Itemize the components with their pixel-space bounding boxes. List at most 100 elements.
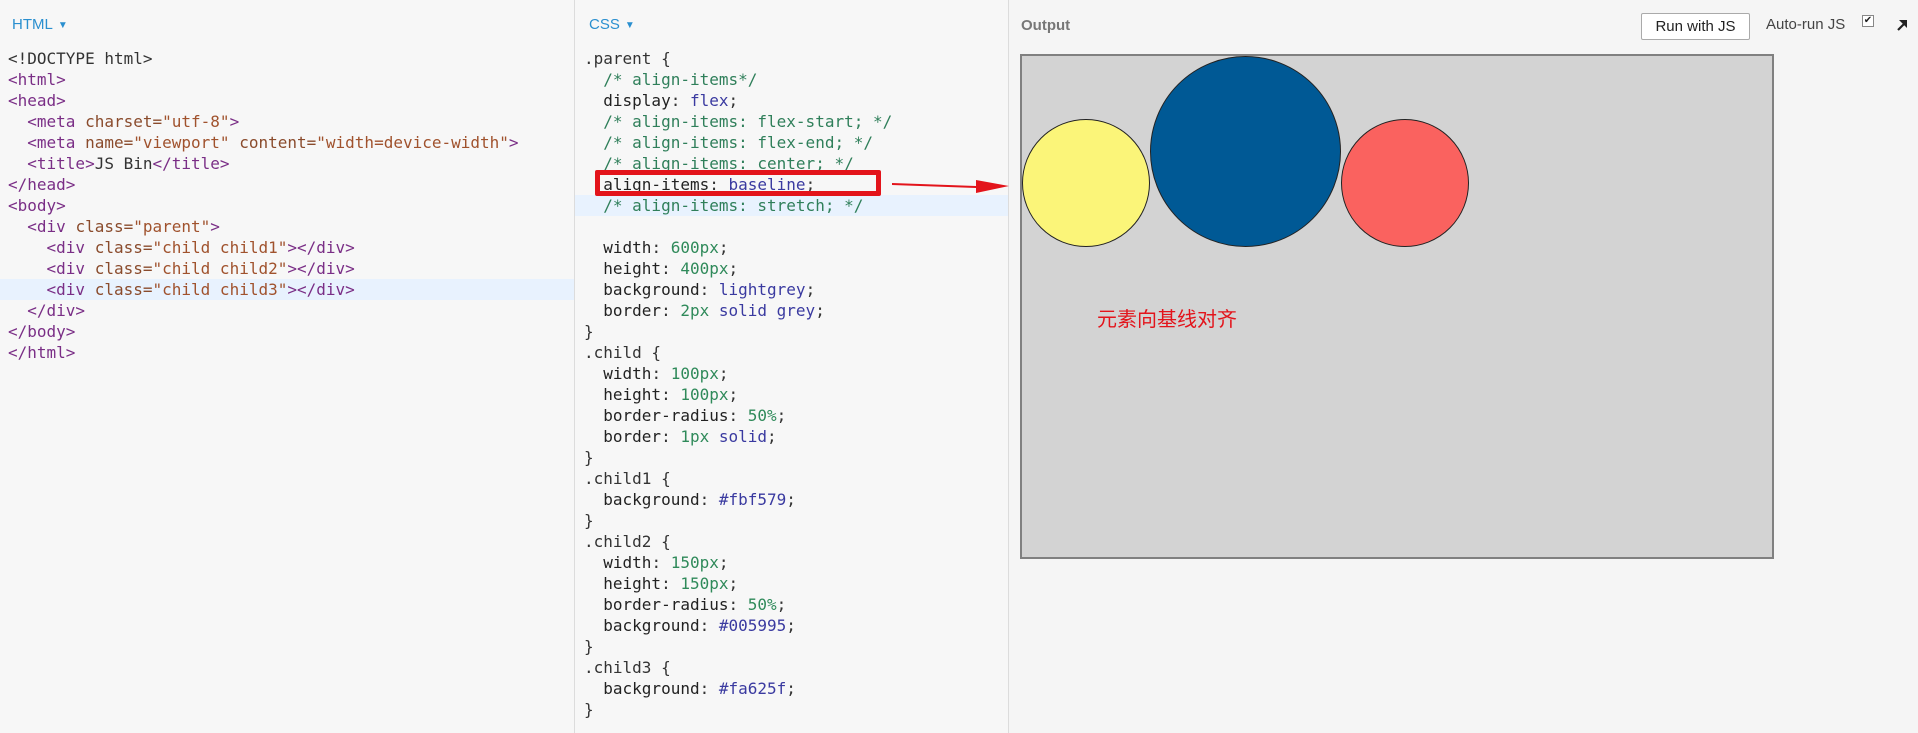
code-line[interactable]: <head> (0, 90, 574, 111)
popout-arrow-icon[interactable] (1895, 18, 1909, 32)
code-token: /* align-items: flex-end; */ (584, 133, 873, 152)
code-line[interactable]: <title>JS Bin</title> (0, 153, 574, 174)
code-token: solid (718, 427, 768, 446)
code-line[interactable]: background: #fbf579; (575, 489, 1008, 510)
code-token: .child2 { (584, 532, 671, 551)
code-token: 100px (680, 385, 729, 404)
code-line[interactable]: border-radius: 50%; (575, 594, 1008, 615)
code-line[interactable]: } (575, 699, 1008, 720)
code-token: ></div> (287, 280, 355, 299)
code-line[interactable]: </div> (0, 300, 574, 321)
code-token: : (728, 595, 748, 614)
code-token: <div (46, 259, 95, 278)
code-token: </head> (8, 175, 76, 194)
code-token: flex (689, 91, 729, 110)
child2-circle (1150, 56, 1341, 247)
code-line[interactable]: .parent { (575, 48, 1008, 69)
code-line[interactable]: /* align-items: flex-start; */ (575, 111, 1008, 132)
code-token: #fa625f (718, 679, 787, 698)
code-line[interactable]: <div class="parent"> (0, 216, 574, 237)
code-line[interactable]: /* align-items*/ (575, 69, 1008, 90)
code-line[interactable]: <meta name="viewport" content="width=dev… (0, 132, 574, 153)
code-line[interactable]: .child1 { (575, 468, 1008, 489)
code-line[interactable]: <body> (0, 195, 574, 216)
code-line[interactable]: .child3 { (575, 657, 1008, 678)
code-line[interactable]: background: lightgrey; (575, 279, 1008, 300)
output-pane: Output Run with JS Auto-run JS ✔ 元素向基线对齐 (1009, 0, 1918, 733)
code-line[interactable]: <html> (0, 69, 574, 90)
html-code-editor[interactable]: <!DOCTYPE html> <html> <head> <meta charse… (0, 48, 574, 363)
code-line[interactable]: background: #005995; (575, 615, 1008, 636)
code-token: lightgrey (718, 280, 806, 299)
autorun-label: Auto-run JS (1766, 16, 1846, 33)
code-line[interactable]: background: #fa625f; (575, 678, 1008, 699)
code-token: <html> (8, 70, 66, 89)
code-token: class= (94, 280, 153, 299)
code-line[interactable]: border: 1px solid; (575, 426, 1008, 447)
highlight-box-annotation (595, 170, 881, 196)
code-line[interactable]: } (575, 321, 1008, 342)
code-line[interactable]: .child2 { (575, 531, 1008, 552)
code-line[interactable]: <div class="child child3"></div> (0, 279, 574, 300)
code-line[interactable]: height: 100px; (575, 384, 1008, 405)
code-token: display (584, 91, 671, 110)
code-token: } (584, 637, 594, 656)
code-token: class= (94, 238, 153, 257)
code-token: #fbf579 (718, 490, 787, 509)
code-token: .child1 { (584, 469, 671, 488)
code-token: width (584, 238, 652, 257)
code-token: 1px (680, 427, 719, 446)
html-panel-label: HTML (12, 16, 53, 33)
code-line[interactable]: /* align-items: flex-end; */ (575, 132, 1008, 153)
code-line[interactable]: </body> (0, 321, 574, 342)
code-token: > (229, 112, 240, 131)
code-token: height (584, 574, 662, 593)
code-token: .child { (584, 343, 662, 362)
code-token: ></div> (287, 259, 355, 278)
html-panel-menu[interactable]: HTML ▼ (12, 16, 68, 33)
code-line[interactable]: } (575, 510, 1008, 531)
code-token: : (661, 301, 681, 320)
autorun-checkbox[interactable]: ✔ (1862, 15, 1874, 27)
css-editor-pane[interactable]: CSS ▼ .parent { /* align-items*/ display:… (575, 0, 1009, 733)
code-line[interactable]: width: 100px; (575, 363, 1008, 384)
code-line[interactable]: width: 150px; (575, 552, 1008, 573)
code-line[interactable]: display: flex; (575, 90, 1008, 111)
code-line[interactable]: border-radius: 50%; (575, 405, 1008, 426)
css-panel-menu[interactable]: CSS ▼ (589, 16, 635, 33)
code-line[interactable]: <meta charset="utf-8"> (0, 111, 574, 132)
code-token: : (699, 616, 719, 635)
code-token: "utf-8" (162, 112, 230, 131)
code-token: charset= (85, 112, 163, 131)
code-token: .parent { (584, 49, 671, 68)
code-token: : (699, 679, 719, 698)
code-line[interactable]: </html> (0, 342, 574, 363)
code-token: <div (46, 238, 95, 257)
run-with-js-button[interactable]: Run with JS (1641, 13, 1750, 40)
code-line[interactable]: <div class="child child2"></div> (0, 258, 574, 279)
code-line[interactable]: .child { (575, 342, 1008, 363)
code-token: </html> (8, 343, 76, 362)
code-line[interactable]: } (575, 636, 1008, 657)
code-line[interactable]: border: 2px solid grey; (575, 300, 1008, 321)
code-line[interactable]: <div class="child child1"></div> (0, 237, 574, 258)
code-token: /* align-items: stretch; */ (584, 196, 864, 215)
output-panel-label: Output (1021, 17, 1071, 34)
code-line[interactable]: height: 400px; (575, 258, 1008, 279)
code-line[interactable]: } (575, 447, 1008, 468)
code-line[interactable]: width: 600px; (575, 237, 1008, 258)
code-token: border-radius (584, 406, 729, 425)
code-line[interactable]: <!DOCTYPE html> (0, 48, 574, 69)
code-line[interactable]: </head> (0, 174, 574, 195)
code-token: "child child1" (152, 238, 288, 257)
code-token: width (584, 553, 652, 572)
code-token: ; (718, 238, 729, 257)
code-token: > (508, 133, 519, 152)
code-line[interactable] (575, 216, 1008, 237)
code-token: : (699, 280, 719, 299)
css-code-editor[interactable]: .parent { /* align-items*/ display: flex… (575, 48, 1008, 720)
code-line[interactable]: height: 150px; (575, 573, 1008, 594)
html-editor-pane[interactable]: HTML ▼ <!DOCTYPE html> <html> <head> <meta … (0, 0, 575, 733)
code-token: } (584, 700, 594, 719)
